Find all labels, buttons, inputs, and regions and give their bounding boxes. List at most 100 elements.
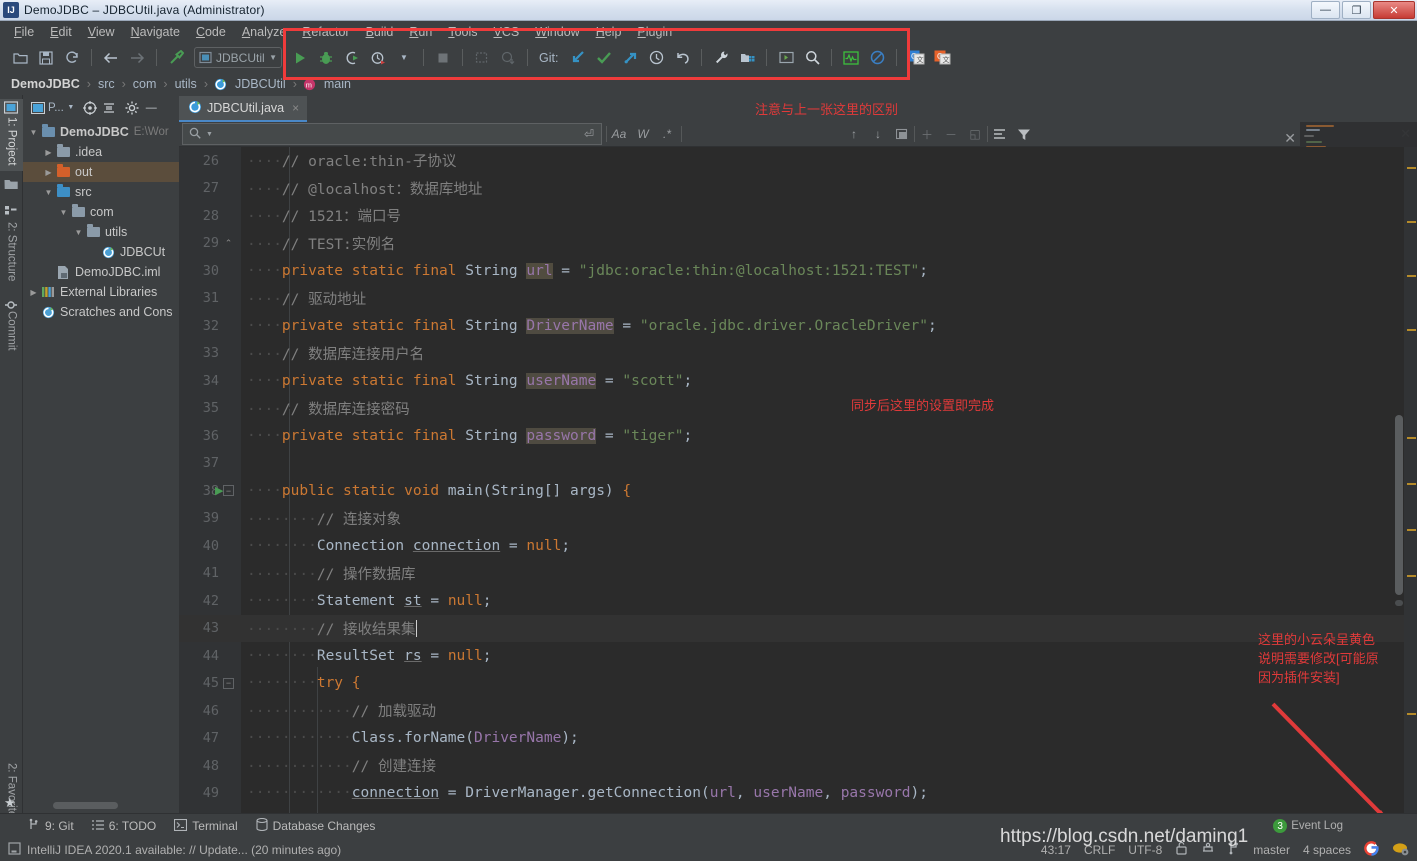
git-push-icon[interactable]	[618, 46, 642, 70]
code-line-29[interactable]: 29 ⌃ ····// TEST:实例名	[179, 230, 1417, 258]
google-icon[interactable]	[1364, 840, 1379, 859]
chevron-down-icon[interactable]: ▼	[269, 53, 277, 62]
chevron-down-icon[interactable]: ▼	[206, 131, 213, 138]
activity-monitor-icon[interactable]	[839, 46, 863, 70]
no-entry-icon[interactable]	[865, 46, 889, 70]
git-branch-name[interactable]: master	[1253, 843, 1290, 857]
tree-node-utils[interactable]: ▼ utils	[23, 222, 179, 242]
menu-item-window[interactable]: Window	[527, 24, 587, 40]
tree-node-src[interactable]: ▼ src	[23, 182, 179, 202]
code-fold-icon[interactable]: −	[223, 485, 234, 497]
arrow-down-icon[interactable]: ↓	[866, 123, 890, 145]
code-line-30[interactable]: 30 ····private static final String url = …	[179, 257, 1417, 285]
close-button[interactable]: ✕	[1373, 1, 1415, 19]
chevron-down-icon[interactable]: ▼	[57, 208, 70, 217]
select-all-occurrences-icon[interactable]	[890, 123, 914, 145]
open-folder-icon[interactable]	[8, 46, 32, 70]
git-commit-icon[interactable]	[592, 46, 616, 70]
tree-node-demojdbc-iml[interactable]: DemoJDBC.iml	[23, 262, 179, 282]
chevron-right-icon[interactable]: ▶	[27, 288, 40, 297]
run-icon[interactable]	[288, 46, 312, 70]
event-log-label[interactable]: Event Log	[1291, 820, 1343, 832]
back-arrow-icon[interactable]	[99, 46, 123, 70]
code-viewport[interactable]: 26 ····// oracle:thin-子协议 27 ····// @localh…	[179, 147, 1417, 813]
chevron-down-icon[interactable]: ▼	[392, 46, 416, 70]
code-line-37[interactable]: 37	[179, 450, 1417, 478]
debug-icon[interactable]	[314, 46, 338, 70]
menu-item-file[interactable]: File	[6, 24, 42, 40]
menu-item-tools[interactable]: Tools	[440, 24, 485, 40]
tree-node-demojdbc[interactable]: ▼ DemoJDBC E:\Wor	[23, 122, 179, 142]
search-input[interactable]: ▼ ⏎	[182, 123, 602, 145]
code-line-41[interactable]: 41 ········// 操作数据库	[179, 560, 1417, 588]
project-view-icon[interactable]	[29, 99, 46, 116]
code-line-42[interactable]: 42 ········Statement st = null;	[179, 587, 1417, 615]
words-toggle[interactable]: W	[631, 123, 655, 145]
breadcrumb-item-jdbcutil[interactable]: JDBCUtil	[232, 77, 289, 91]
profiler-icon[interactable]	[366, 46, 390, 70]
code-line-33[interactable]: 33 ····// 数据库连接用户名	[179, 340, 1417, 368]
project-horizontal-scrollbar[interactable]	[53, 802, 118, 809]
menu-item-edit[interactable]: Edit	[42, 24, 80, 40]
code-line-39[interactable]: 39 ········// 连接对象	[179, 505, 1417, 533]
menu-item-code[interactable]: Code	[188, 24, 234, 40]
code-line-47[interactable]: 47 ············Class.forName(DriverName);	[179, 725, 1417, 753]
breadcrumb-item-com[interactable]: com	[130, 77, 160, 91]
run-with-coverage-icon[interactable]	[340, 46, 364, 70]
code-line-45[interactable]: 45− ········try {	[179, 670, 1417, 698]
tool-window-6--todo[interactable]: 6: TODO	[91, 819, 156, 834]
chevron-down-icon[interactable]: ▼	[72, 228, 85, 237]
code-fold-icon[interactable]: −	[223, 677, 234, 689]
close-icon[interactable]: ×	[292, 101, 299, 115]
code-line-34[interactable]: 34 ····private static final String userNa…	[179, 367, 1417, 395]
tool-window-database-changes[interactable]: Database Changes	[256, 817, 375, 834]
revert-icon[interactable]	[670, 46, 694, 70]
tree-node--idea[interactable]: ▶ .idea	[23, 142, 179, 162]
code-line-43[interactable]: 43 ········// 接收结果集	[179, 614, 1417, 642]
project-structure-icon[interactable]	[735, 46, 759, 70]
tree-node-com[interactable]: ▼ com	[23, 202, 179, 222]
marker-gutter[interactable]	[1404, 147, 1417, 813]
close-icon[interactable]: ✕	[1284, 130, 1296, 147]
filter-icon[interactable]	[1012, 123, 1036, 145]
breadcrumb-item-main[interactable]: main	[321, 77, 354, 91]
match-case-toggle[interactable]: Aa	[607, 123, 631, 145]
code-line-48[interactable]: 48 ············// 创建连接	[179, 752, 1417, 780]
menu-item-navigate[interactable]: Navigate	[123, 24, 188, 40]
menu-item-run[interactable]: Run	[401, 24, 440, 40]
tool-window-terminal[interactable]: Terminal	[174, 818, 238, 834]
code-line-26[interactable]: 26 ····// oracle:thin-子协议	[179, 147, 1417, 175]
tab-jdbcutil-java[interactable]: JDBCUtil.java ×	[179, 96, 308, 122]
event-log-indicator[interactable]: 3 Event Log	[1273, 819, 1343, 833]
collapse-all-icon[interactable]	[101, 99, 118, 116]
wrench-settings-icon[interactable]	[709, 46, 733, 70]
code-fold-icon[interactable]: ⌃	[223, 238, 234, 249]
search-everywhere-icon[interactable]	[800, 46, 824, 70]
code-line-31[interactable]: 31 ····// 驱动地址	[179, 285, 1417, 313]
gear-cloud-icon[interactable]	[1392, 841, 1409, 859]
chevron-right-icon[interactable]: ▶	[42, 148, 55, 157]
code-line-38[interactable]: 38 ▶ − ····public static void main(String[]…	[179, 477, 1417, 505]
code-line-44[interactable]: 44 ········ResultSet rs = null;	[179, 642, 1417, 670]
code-line-27[interactable]: 27 ····// @localhost：数据库地址	[179, 175, 1417, 203]
filter-lines-icon[interactable]	[988, 123, 1012, 145]
breadcrumb-item-demojdbc[interactable]: DemoJDBC	[8, 77, 83, 91]
menu-item-build[interactable]: Build	[358, 24, 402, 40]
sync-icon[interactable]	[60, 46, 84, 70]
menu-item-help[interactable]: Help	[588, 24, 630, 40]
code-line-49[interactable]: 49 ············connection = DriverManager…	[179, 780, 1417, 808]
code-line-28[interactable]: 28 ····// 1521：端口号	[179, 202, 1417, 230]
code-line-40[interactable]: 40 ········Connection connection = null;	[179, 532, 1417, 560]
build-hammer-icon[interactable]	[164, 46, 188, 70]
status-message[interactable]: IntelliJ IDEA 2020.1 available: // Updat…	[27, 843, 341, 857]
gear-icon[interactable]	[124, 99, 141, 116]
history-icon[interactable]	[644, 46, 668, 70]
arrow-up-icon[interactable]: ↑	[842, 123, 866, 145]
run-configuration-selector[interactable]: JDBCUtil ▼	[194, 47, 282, 68]
chevron-down-icon[interactable]: ▼	[27, 128, 40, 137]
breadcrumb-item-src[interactable]: src	[95, 77, 118, 91]
menu-item-plugin[interactable]: Plugin	[629, 24, 680, 40]
menu-item-analyze[interactable]: Analyze	[234, 24, 294, 40]
hide-panel-icon[interactable]: —	[143, 99, 160, 116]
code-line-35[interactable]: 35 ····// 数据库连接密码	[179, 395, 1417, 423]
